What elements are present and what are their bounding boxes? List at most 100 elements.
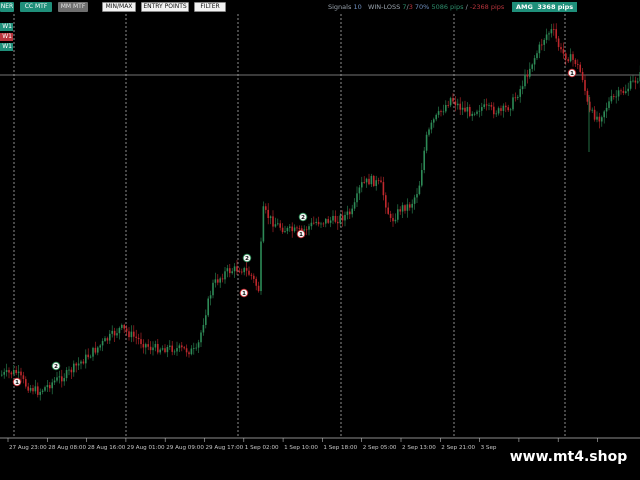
timeframe-tag: W1	[0, 43, 13, 51]
candle-body	[128, 331, 130, 338]
candle-body	[209, 295, 212, 299]
candle-body	[569, 54, 572, 62]
candle-body	[365, 178, 368, 183]
loss-pips: -2368 pips	[469, 3, 505, 11]
candle-body	[433, 119, 435, 123]
candle-body	[10, 372, 13, 375]
candle-body	[284, 231, 286, 233]
candle-body	[577, 64, 579, 65]
candle-body	[478, 110, 481, 112]
candle-body	[332, 215, 334, 221]
candle-body	[17, 371, 20, 374]
candle-body	[509, 109, 512, 111]
candle-body	[22, 375, 25, 380]
candle-body	[385, 195, 387, 208]
time-tick-label: 2 Sep 13:00	[402, 445, 436, 451]
candle-body	[541, 44, 543, 46]
candle-body	[248, 270, 250, 275]
candle-body	[224, 271, 226, 280]
candle-body	[370, 175, 373, 185]
filter-button[interactable]: FILTER	[194, 2, 226, 12]
candle-body	[425, 134, 428, 151]
candlesticks	[1, 23, 640, 401]
candle-body	[545, 34, 548, 40]
candle-body	[327, 219, 329, 223]
candle-body	[164, 348, 166, 353]
candle-body	[358, 187, 361, 194]
candle-body	[133, 331, 135, 337]
time-tick-label: 1 Sep 18:00	[323, 445, 357, 451]
candle-body	[269, 216, 272, 219]
candle-body	[118, 327, 121, 334]
candle-body	[37, 386, 39, 395]
candle-body	[512, 97, 514, 110]
candle-body	[106, 338, 109, 341]
time-tick-label: 1 Sep 10:00	[284, 445, 318, 451]
candle-body	[63, 378, 65, 382]
candle-body	[291, 226, 293, 232]
candle-body	[8, 370, 10, 373]
price-chart[interactable]: 1 2 2 1 2 1 1 27 Aug 23:00 28 Aug 08:00 28 Aug 1…	[0, 0, 640, 480]
candle-body	[152, 347, 154, 351]
sell-signal-marker: 1	[12, 377, 22, 387]
candle-body	[197, 342, 200, 348]
candle-body	[281, 227, 284, 233]
candle-body	[553, 29, 555, 30]
time-tick-label: 29 Aug 09:00	[166, 445, 204, 451]
candle-body	[265, 206, 267, 210]
entry-points-button[interactable]: ENTRY POINTS	[141, 2, 189, 12]
candle-body	[637, 81, 639, 83]
candle-body	[87, 354, 89, 358]
candle-body	[505, 105, 507, 108]
candle-body	[593, 109, 596, 120]
candle-body	[176, 348, 178, 352]
candle-body	[325, 219, 327, 224]
candle-body	[245, 268, 248, 271]
win-pips: 5086 pips	[431, 3, 464, 11]
candle-body	[315, 221, 317, 223]
candle-body	[493, 106, 495, 115]
candle-body	[591, 109, 593, 111]
candle-body	[99, 345, 101, 348]
mm-mtf-button[interactable]: MM MTF	[58, 2, 88, 12]
timeframe-tag: W1	[0, 23, 13, 31]
candle-body	[543, 39, 545, 45]
candle-body	[548, 33, 550, 35]
candle-body	[531, 64, 533, 69]
marker-label: 1	[570, 71, 574, 77]
candle-body	[183, 347, 185, 349]
candle-body	[449, 98, 452, 106]
candle-body	[303, 229, 305, 231]
candle-body	[308, 226, 310, 230]
candle-body	[481, 107, 483, 111]
candle-body	[298, 228, 301, 230]
candle-body	[267, 209, 269, 219]
candle-body	[317, 221, 320, 225]
candle-body	[166, 347, 169, 353]
time-tick-label: 1 Sep 02:00	[245, 445, 279, 451]
candle-body	[560, 47, 562, 50]
time-tick-label: 29 Aug 01:00	[127, 445, 165, 451]
cc-mtf-button[interactable]: CC MTF	[20, 2, 52, 12]
candle-body	[363, 182, 365, 183]
chart-grid	[0, 14, 640, 438]
candle-body	[255, 278, 257, 286]
candle-body	[238, 271, 241, 273]
candle-body	[389, 213, 392, 218]
candle-body	[356, 193, 358, 203]
candle-body	[53, 380, 56, 383]
time-tick-label: 28 Aug 16:00	[88, 445, 126, 451]
time-tick-label: 2 Sep 21:00	[441, 445, 475, 451]
candle-body	[507, 107, 509, 111]
candle-body	[212, 282, 214, 296]
min-max-button[interactable]: MIN/MAX	[102, 2, 136, 12]
candle-body	[416, 194, 418, 198]
candle-body	[584, 79, 586, 91]
candle-body	[339, 215, 341, 224]
candle-body	[447, 105, 449, 106]
marker-label: 2	[245, 256, 249, 262]
time-tick-label: 27 Aug 23:00	[9, 445, 47, 451]
ner-button[interactable]: NER	[0, 2, 14, 12]
candle-body	[421, 170, 423, 186]
candle-body	[488, 104, 490, 106]
